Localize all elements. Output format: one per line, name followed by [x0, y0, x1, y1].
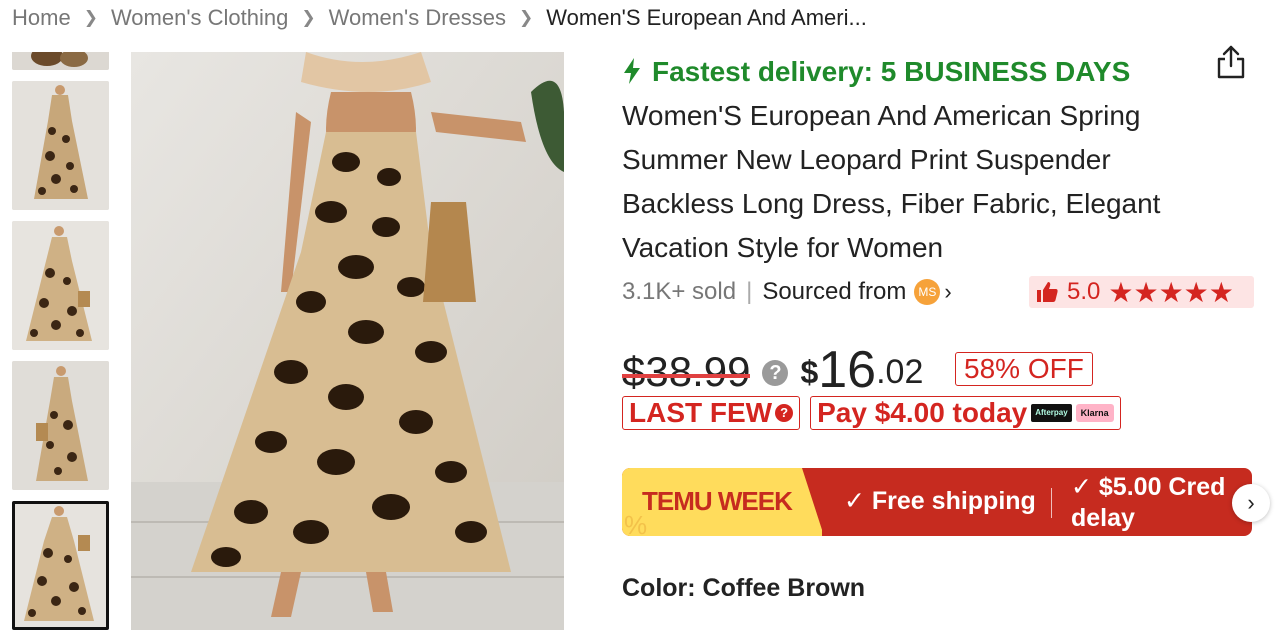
check-icon: ✓: [844, 487, 865, 515]
breadcrumb-home[interactable]: Home: [12, 5, 71, 31]
pay-later-badge[interactable]: Pay $4.00 today Afterpay Klarna: [810, 396, 1121, 430]
breadcrumb-current: Women'S European And Ameri...: [546, 5, 867, 30]
rating-badge[interactable]: 5.0 ★★★★★: [1029, 276, 1254, 308]
discount-badge: 58% OFF: [955, 352, 1093, 386]
divider: [1051, 488, 1052, 518]
product-main-image[interactable]: [131, 52, 564, 630]
promo-brand: TEMU WEEK: [642, 486, 793, 516]
product-title: Women'S European And American Spring Sum…: [622, 100, 1161, 263]
thumbnail-image-selected[interactable]: [12, 501, 109, 630]
breadcrumb-womens-dresses[interactable]: Women's Dresses: [329, 5, 506, 31]
free-shipping: ✓ Free shipping: [844, 486, 1036, 516]
sourced-from-label[interactable]: Sourced from: [762, 278, 906, 306]
thumbnail-strip[interactable]: [12, 52, 109, 632]
price-integer: 16: [818, 341, 877, 399]
last-few-badge[interactable]: LAST FEW ?: [622, 396, 801, 430]
delivery-text: Fastest delivery: 5 BUSINESS DAYS: [652, 56, 1131, 87]
delay-credit: ✓ $5.00 Cred delay: [1071, 472, 1246, 534]
chevron-right-icon[interactable]: ›: [1232, 484, 1270, 522]
last-few-text: LAST FEW: [629, 397, 773, 428]
thumbnail-image[interactable]: [12, 361, 109, 490]
seller-logo-icon[interactable]: MS: [914, 279, 941, 305]
free-shipping-text: Free shipping: [871, 487, 1036, 515]
klarna-logo: Klarna: [1075, 404, 1114, 422]
afterpay-logo: Afterpay: [1031, 404, 1072, 422]
credit-text-line2: delay: [1071, 504, 1135, 532]
thumbs-up-icon: [1037, 282, 1058, 302]
breadcrumb: Home ❯ Women's Clothing ❯ Women's Dresse…: [12, 3, 867, 33]
credit-text: $5.00 Cred: [1098, 473, 1226, 501]
star-rating-icon: ★★★★★: [1108, 276, 1234, 308]
thumbnail-image[interactable]: [12, 52, 109, 70]
price-currency: $: [800, 354, 819, 390]
product-title-block: Fastest delivery: 5 BUSINESS DAYS Women'…: [622, 50, 1222, 270]
thumbnail-image[interactable]: [12, 221, 109, 350]
divider: |: [746, 278, 753, 305]
delivery-badge: Fastest delivery: 5 BUSINESS DAYS: [622, 56, 1138, 87]
sold-count: 3.1K+ sold: [622, 278, 737, 305]
breadcrumb-womens-clothing[interactable]: Women's Clothing: [111, 5, 288, 31]
check-icon: ✓: [1071, 473, 1092, 501]
pay-today-text: Pay $4.00 today: [817, 397, 1028, 428]
question-icon[interactable]: ?: [762, 360, 789, 386]
question-icon: ?: [775, 404, 794, 422]
promo-banner[interactable]: % TEMU WEEK ✓ Free shipping ✓ $5.00 Cred…: [622, 468, 1252, 536]
chevron-right-icon[interactable]: ›: [944, 279, 951, 305]
thumbnail-image[interactable]: [12, 81, 109, 210]
price-decimal: .02: [876, 353, 924, 391]
urgency-badges: LAST FEW ? Pay $4.00 today Afterpay Klar…: [622, 396, 1121, 432]
chevron-right-icon: ❯: [83, 8, 98, 27]
chevron-right-icon: ❯: [301, 8, 316, 27]
lightning-icon: [624, 58, 640, 84]
original-price: $38.99: [622, 348, 751, 395]
chevron-right-icon: ❯: [519, 8, 534, 27]
price-row: $38.99 ? $ 16 .02: [622, 340, 923, 396]
product-info: Fastest delivery: 5 BUSINESS DAYS Women'…: [622, 50, 1262, 270]
color-label: Color: Coffee Brown: [622, 574, 866, 602]
rating-value: 5.0: [1067, 278, 1101, 305]
